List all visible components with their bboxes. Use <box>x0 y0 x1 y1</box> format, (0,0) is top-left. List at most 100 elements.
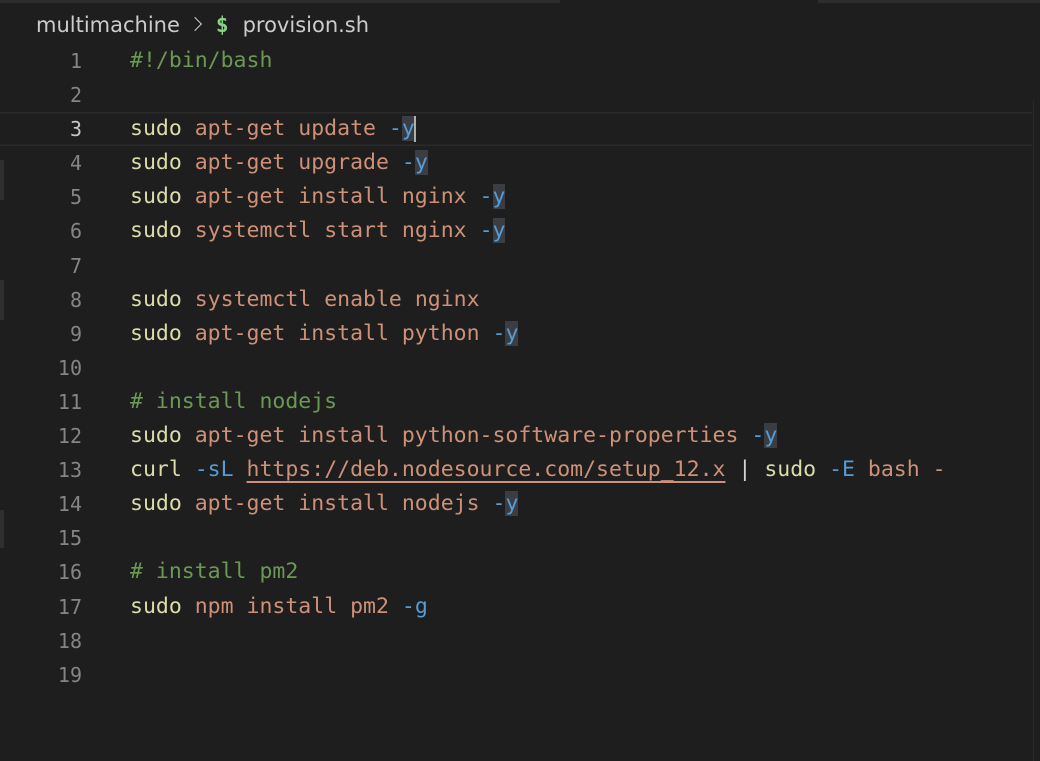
code-editor[interactable]: multimachine $ provision.sh 1 #!/bin/bash… <box>0 0 1040 761</box>
code-line[interactable]: 18 <box>0 624 1040 658</box>
code-token: sudo <box>130 184 182 210</box>
code-token: | <box>738 457 752 483</box>
code-line[interactable]: 15 <box>0 521 1040 555</box>
code-token: sudo <box>130 150 182 176</box>
line-number: 19 <box>57 662 82 687</box>
code-token: y <box>492 218 506 244</box>
code-token: y <box>764 423 778 449</box>
code-token: python-software-properties <box>401 423 739 449</box>
code-line[interactable]: 12 sudo apt-get install python-software-p… <box>0 419 1040 453</box>
code-line[interactable]: 10 <box>0 351 1040 385</box>
code-line[interactable]: 5 sudo apt-get install nginx -y <box>0 180 1040 214</box>
code-token: apt-get <box>194 116 286 142</box>
line-number: 4 <box>69 151 82 176</box>
code-line[interactable]: 17 sudo npm install pm2 -g <box>0 590 1040 624</box>
code-token: y <box>492 184 506 210</box>
code-token: systemctl <box>194 286 312 312</box>
code-token: y <box>414 150 428 176</box>
code-line[interactable]: 2 <box>0 78 1040 112</box>
code-line[interactable]: 3 sudo apt-get update -y <box>0 112 1032 146</box>
line-content: sudo npm install pm2 -g <box>130 590 428 624</box>
code-link[interactable]: https://deb.nodesource.com/setup_12.x <box>247 457 726 482</box>
vertical-scrollbar[interactable] <box>1033 100 1034 761</box>
code-token: nginx <box>414 286 480 312</box>
code-area[interactable]: 1 #!/bin/bash 2 3 sudo apt-get update -y 4 sud… <box>0 44 1040 692</box>
code-token: - <box>492 320 506 346</box>
line-number: 11 <box>57 389 82 414</box>
line-content: #!/bin/bash <box>130 44 272 78</box>
code-line[interactable]: 14 sudo apt-get install nodejs -y <box>0 487 1040 521</box>
code-line[interactable]: 8 sudo systemctl enable nginx <box>0 283 1040 317</box>
code-token: -E <box>829 457 855 483</box>
code-token: install <box>298 491 389 517</box>
line-number: 6 <box>69 219 82 244</box>
code-token: install <box>246 593 338 619</box>
code-token: apt-get <box>194 491 286 517</box>
code-line[interactable]: 11 # install nodejs <box>0 385 1040 419</box>
code-token: - <box>932 457 946 483</box>
code-token: # install pm2 <box>130 559 299 585</box>
line-content: sudo apt-get install nodejs -y <box>130 487 519 521</box>
code-token: start <box>324 218 389 244</box>
code-line[interactable]: 6 sudo systemctl start nginx -y <box>0 214 1040 248</box>
code-token: y <box>505 491 519 517</box>
code-line[interactable]: 1 #!/bin/bash <box>0 44 1040 78</box>
code-line[interactable]: 4 sudo apt-get upgrade -y <box>0 146 1040 180</box>
code-token: update <box>298 116 376 142</box>
text-cursor <box>413 116 416 143</box>
line-content: sudo systemctl enable nginx <box>130 283 480 317</box>
code-token: sudo <box>130 286 182 312</box>
code-line[interactable]: 19 <box>0 658 1040 692</box>
code-token: nodejs <box>401 491 480 517</box>
breadcrumb-file[interactable]: provision.sh <box>243 13 369 37</box>
line-number: 9 <box>69 321 82 346</box>
code-token: install <box>298 320 389 346</box>
shell-file-icon: $ <box>215 13 229 37</box>
line-content: curl -sL https://deb.nodesource.com/setu… <box>130 453 946 487</box>
code-line[interactable]: 16 # install pm2 <box>0 555 1040 589</box>
breadcrumb-folder[interactable]: multimachine <box>36 13 180 37</box>
code-token: nginx <box>401 218 467 244</box>
code-token: - <box>401 150 415 176</box>
code-token: bash <box>867 457 920 483</box>
code-token: install <box>298 423 389 449</box>
code-token: sudo <box>130 423 182 449</box>
code-line[interactable]: 9 sudo apt-get install python -y <box>0 317 1040 351</box>
code-token: #!/bin/bash <box>130 48 273 73</box>
line-content: sudo apt-get update -y <box>130 112 416 146</box>
line-number: 16 <box>57 560 82 585</box>
line-number: 2 <box>69 83 82 108</box>
chevron-right-icon <box>187 16 202 32</box>
line-content: sudo apt-get install python -y <box>130 317 519 351</box>
line-content: sudo apt-get upgrade -y <box>130 146 428 180</box>
code-line[interactable]: 13 curl -sL https://deb.nodesource.com/se… <box>0 453 1040 487</box>
breadcrumb: multimachine $ provision.sh <box>0 0 1040 50</box>
code-line[interactable]: 7 <box>0 249 1040 283</box>
